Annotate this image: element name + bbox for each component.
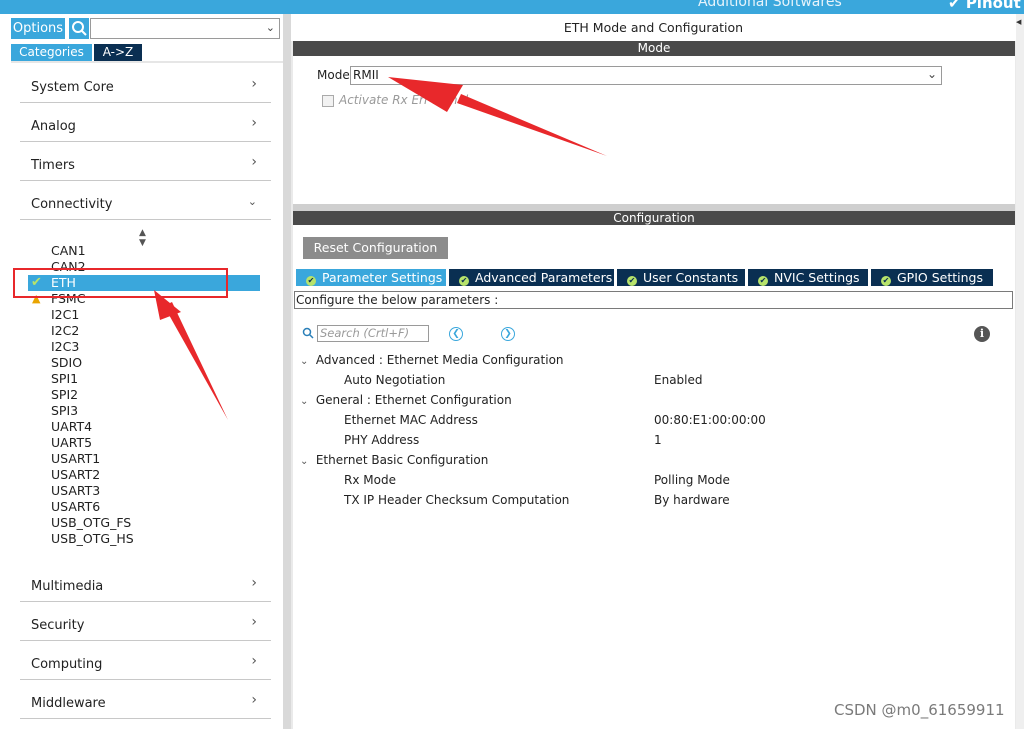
annotation-arrow-eth	[154, 290, 228, 420]
annotation-arrow-mode	[388, 77, 607, 156]
annotation-arrows	[154, 77, 607, 420]
